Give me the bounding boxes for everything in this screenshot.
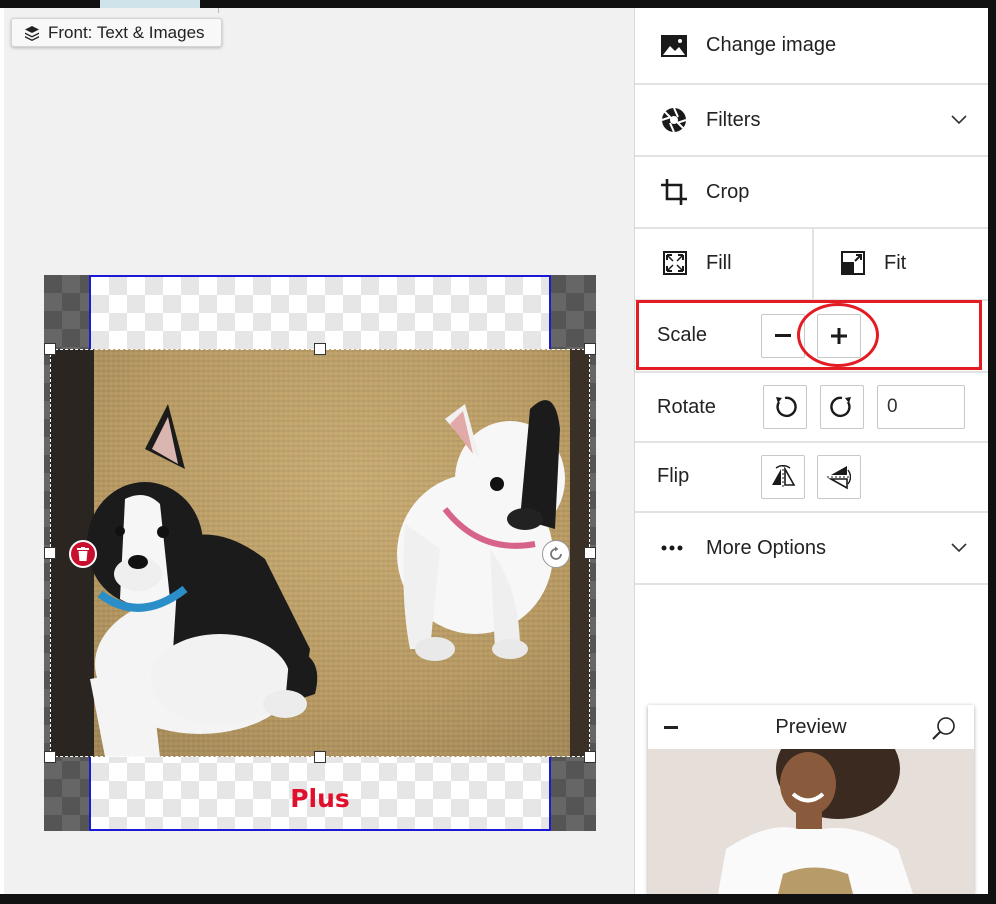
model-tshirt-illustration <box>648 749 974 894</box>
change-image-row[interactable]: Change image <box>635 8 989 85</box>
flip-label: Flip <box>657 465 690 487</box>
aperture-icon <box>661 107 687 133</box>
image-selection-box[interactable] <box>50 349 590 757</box>
resize-handle-left[interactable] <box>44 547 56 559</box>
rotate-right-icon <box>830 396 851 418</box>
preview-panel: Preview <box>648 705 974 894</box>
resize-handle-bottom-right[interactable] <box>584 751 596 763</box>
preview-title: Preview <box>775 716 847 738</box>
rotate-angle-input[interactable] <box>877 385 965 429</box>
flip-horizontal-icon <box>772 465 796 489</box>
fill-label: Fill <box>706 252 732 274</box>
change-image-label: Change image <box>706 34 837 56</box>
tab-divider <box>218 8 219 13</box>
crop-icon <box>661 179 687 205</box>
chevron-down-icon <box>951 543 967 553</box>
flip-horizontal-button[interactable] <box>761 455 805 499</box>
plus-annotation-label: Plus <box>290 784 350 813</box>
fit-button[interactable]: Fit <box>814 229 989 299</box>
fill-fit-row: Fill Fit <box>635 229 989 301</box>
crop-label: Crop <box>706 180 750 203</box>
layer-selector-button[interactable]: Front: Text & Images <box>11 18 222 47</box>
rotate-label: Rotate <box>657 396 716 418</box>
delete-image-button[interactable] <box>69 540 97 568</box>
fit-icon <box>841 251 865 275</box>
flip-vertical-icon <box>827 466 851 490</box>
zoom-search-icon[interactable] <box>932 716 956 740</box>
fill-icon <box>663 251 687 275</box>
window-right-border <box>988 0 996 904</box>
resize-handle-top-left[interactable] <box>44 343 56 355</box>
resize-handle-bottom[interactable] <box>314 751 326 763</box>
layer-selector-label: Front: Text & Images <box>48 22 205 42</box>
trash-icon <box>77 547 89 561</box>
resize-handle-top-right[interactable] <box>584 343 596 355</box>
crop-row[interactable]: Crop <box>635 157 989 229</box>
rotate-left-button[interactable] <box>763 385 807 429</box>
resize-handle-top[interactable] <box>314 343 326 355</box>
ellipsis-icon <box>661 545 683 551</box>
rotate-left-icon <box>776 396 797 418</box>
more-options-label: More Options <box>706 536 827 559</box>
rotate-icon <box>550 546 562 560</box>
resize-handle-right[interactable] <box>584 547 596 559</box>
active-tab-indicator <box>100 0 200 8</box>
window-bottom-border <box>0 894 996 904</box>
rotate-right-button[interactable] <box>820 385 864 429</box>
plus-button-highlight-circle <box>797 303 879 367</box>
chevron-down-icon <box>951 115 967 125</box>
app-window: Front: Text & Images Plus Change image F… <box>0 0 996 904</box>
fit-label: Fit <box>884 252 907 274</box>
more-options-row[interactable]: More Options <box>635 513 989 585</box>
resize-handle-bottom-left[interactable] <box>44 751 56 763</box>
preview-header: Preview <box>648 705 974 749</box>
flip-vertical-button[interactable] <box>817 455 861 499</box>
window-left-edge <box>0 0 4 904</box>
fill-button[interactable]: Fill <box>635 229 812 299</box>
product-preview-image[interactable] <box>648 749 974 894</box>
layers-icon <box>25 25 39 41</box>
filters-row[interactable]: Filters <box>635 85 989 157</box>
rotate-handle-button[interactable] <box>542 540 570 568</box>
flip-row: Flip <box>635 443 989 513</box>
filters-label: Filters <box>706 108 761 131</box>
rotate-row: Rotate <box>635 373 989 443</box>
image-icon <box>661 34 687 57</box>
